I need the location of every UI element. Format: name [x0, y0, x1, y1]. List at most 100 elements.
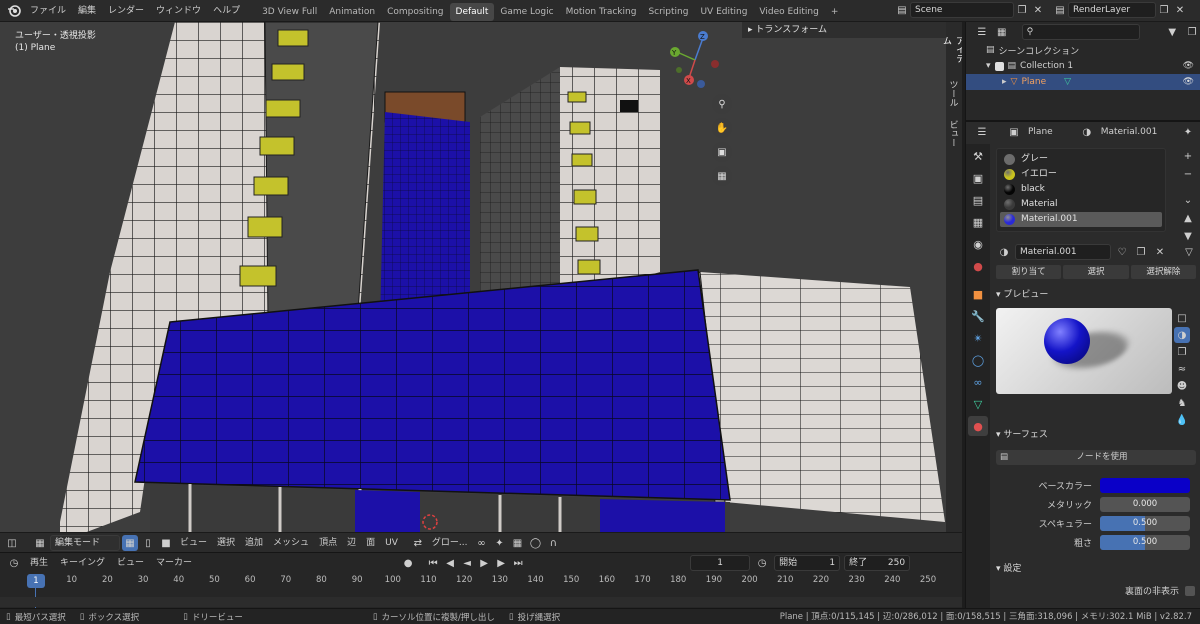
- material-slot-item[interactable]: Material: [1000, 197, 1162, 212]
- close-scene-icon[interactable]: ✕: [1030, 2, 1046, 18]
- tab-uv-editing[interactable]: UV Editing: [694, 3, 753, 21]
- mode-select[interactable]: 編集モード: [50, 535, 120, 551]
- material-tab-icon[interactable]: ●: [968, 416, 988, 436]
- menu-view[interactable]: ビュー: [176, 535, 211, 551]
- material-slot-item[interactable]: Material.001: [1000, 212, 1162, 227]
- base-color-swatch[interactable]: [1100, 478, 1190, 493]
- render-layer-icon[interactable]: ▤: [1052, 2, 1068, 18]
- 3d-viewport[interactable]: ユーザー・透視投影 (1) Plane Z Y X ⚲ ✋ ▣ ▦ ▸ トランス…: [0, 22, 962, 552]
- tab-motion-tracking[interactable]: Motion Tracking: [560, 3, 643, 21]
- view-layer-tab-icon[interactable]: ▦: [968, 212, 988, 232]
- frame-ruler[interactable]: 1102030405060708090100110120130140150160…: [0, 575, 962, 589]
- metallic-slider[interactable]: 0.000: [1100, 497, 1190, 512]
- record-icon[interactable]: ●: [400, 555, 416, 571]
- menu-file[interactable]: ファイル: [24, 0, 72, 22]
- scene-icon[interactable]: ▤: [894, 2, 910, 18]
- preview-hair-icon[interactable]: ≈: [1174, 361, 1190, 377]
- constraints-tab-icon[interactable]: ∞: [968, 372, 988, 392]
- scene-collection-label[interactable]: シーンコレクション: [999, 44, 1080, 57]
- menu-add[interactable]: 追加: [241, 535, 267, 551]
- play-icon[interactable]: ▶: [476, 555, 492, 571]
- pivot-icon[interactable]: ∞: [473, 535, 489, 551]
- select-button[interactable]: 選択: [1063, 265, 1129, 279]
- fake-user-icon[interactable]: ♡: [1114, 244, 1130, 260]
- tab-scripting[interactable]: Scripting: [642, 3, 694, 21]
- tab-video-editing[interactable]: Video Editing: [753, 3, 824, 21]
- collection-checkbox[interactable]: [994, 61, 1004, 71]
- move-down-icon[interactable]: ▼: [1180, 228, 1196, 244]
- properties-editor-icon[interactable]: ☰: [974, 124, 990, 140]
- prev-key-icon[interactable]: ◀: [442, 555, 458, 571]
- camera-icon[interactable]: ▣: [712, 142, 732, 162]
- slot-menu-icon[interactable]: ⌄: [1180, 192, 1196, 208]
- assign-button[interactable]: 割り当て: [996, 265, 1062, 279]
- blender-logo-icon[interactable]: [4, 3, 24, 19]
- material-slot-item[interactable]: イエロー: [1000, 167, 1162, 182]
- surface-panel-header[interactable]: ▾ サーフェス: [990, 426, 1200, 444]
- link-type-icon[interactable]: ▽: [1181, 244, 1197, 260]
- modifier-tab-icon[interactable]: 🔧: [968, 306, 988, 326]
- transform-panel[interactable]: ▸ トランスフォーム: [742, 22, 946, 38]
- falloff-icon[interactable]: ∩: [545, 535, 561, 551]
- menu-edge[interactable]: 辺: [343, 535, 360, 551]
- preview-flat-icon[interactable]: □: [1174, 310, 1190, 326]
- timeline-keying-menu[interactable]: キーイング: [56, 555, 109, 571]
- menu-uv[interactable]: UV: [381, 535, 402, 551]
- material-slot-list[interactable]: グレー イエロー black Material Material.001: [996, 148, 1166, 232]
- menu-mesh[interactable]: メッシュ: [269, 535, 313, 551]
- duplicate-material-icon[interactable]: ❐: [1133, 244, 1149, 260]
- preview-panel-header[interactable]: ▾ プレビュー: [990, 286, 1200, 304]
- copy-scene-icon[interactable]: ❐: [1014, 2, 1030, 18]
- close-layer-icon[interactable]: ✕: [1172, 2, 1188, 18]
- deselect-button[interactable]: 選択解除: [1130, 265, 1196, 279]
- proportional-edit-icon[interactable]: ◯: [527, 535, 543, 551]
- particles-tab-icon[interactable]: ✴: [968, 328, 988, 348]
- side-tab-view[interactable]: ビュー: [946, 116, 960, 150]
- transform-orientation-select[interactable]: グロー...: [428, 535, 472, 551]
- add-workspace-button[interactable]: +: [825, 3, 845, 21]
- timeline-playback-menu[interactable]: 再生: [26, 555, 52, 571]
- outliner-search-input[interactable]: ⚲: [1021, 24, 1141, 40]
- display-mode-icon[interactable]: ▦: [994, 24, 1010, 40]
- filter-icon[interactable]: ▼: [1164, 24, 1180, 40]
- remove-slot-icon[interactable]: −: [1180, 166, 1196, 182]
- material-name-field[interactable]: Material.001: [1015, 244, 1111, 260]
- timeline-view-menu[interactable]: ビュー: [113, 555, 148, 571]
- timeline-marker-menu[interactable]: マーカー: [152, 555, 196, 571]
- menu-select[interactable]: 選択: [213, 535, 239, 551]
- settings-panel-header[interactable]: ▾ 設定: [990, 560, 1200, 578]
- edge-select-icon[interactable]: ▯: [140, 535, 156, 551]
- play-reverse-icon[interactable]: ◄: [459, 555, 475, 571]
- expand-arrow-icon[interactable]: ▸: [1002, 77, 1007, 87]
- side-tab-tool[interactable]: ツール: [946, 76, 960, 110]
- menu-window[interactable]: ウィンドウ: [150, 0, 207, 22]
- scene-tab-icon[interactable]: ◉: [968, 234, 988, 254]
- menu-help[interactable]: ヘルプ: [207, 0, 246, 22]
- physics-tab-icon[interactable]: ◯: [968, 350, 988, 370]
- preview-cloth-icon[interactable]: ♞: [1174, 395, 1190, 411]
- menu-face[interactable]: 面: [362, 535, 379, 551]
- expand-arrow-icon[interactable]: ▾: [986, 61, 991, 71]
- jump-end-icon[interactable]: ⏭: [510, 555, 526, 571]
- grid-icon[interactable]: ▦: [712, 166, 732, 186]
- world-tab-icon[interactable]: ●: [968, 256, 988, 276]
- render-tab-icon[interactable]: ▣: [968, 168, 988, 188]
- data-tab-icon[interactable]: ▽: [968, 394, 988, 414]
- material-slot-item[interactable]: black: [1000, 182, 1162, 197]
- timeline-editor-icon[interactable]: ◷: [6, 555, 22, 571]
- output-tab-icon[interactable]: ▤: [968, 190, 988, 210]
- render-layer-field[interactable]: RenderLayer: [1068, 2, 1156, 18]
- material-slot-item[interactable]: グレー: [1000, 152, 1162, 167]
- preview-cube-icon[interactable]: ❐: [1174, 344, 1190, 360]
- tab-default[interactable]: Default: [449, 3, 495, 21]
- timeline-scrollbar[interactable]: [0, 597, 962, 607]
- visibility-eye-icon[interactable]: 👁: [1183, 61, 1194, 71]
- tool-tab-icon[interactable]: ⚒: [968, 146, 988, 166]
- vertex-select-icon[interactable]: ▦: [122, 535, 138, 551]
- pin-icon[interactable]: ✦: [1180, 124, 1196, 140]
- menu-edit[interactable]: 編集: [72, 0, 102, 22]
- new-collection-icon[interactable]: ❐: [1184, 24, 1200, 40]
- preview-sphere-icon[interactable]: ◑: [1174, 327, 1190, 343]
- zoom-icon[interactable]: ⚲: [712, 94, 732, 114]
- copy-layer-icon[interactable]: ❐: [1156, 2, 1172, 18]
